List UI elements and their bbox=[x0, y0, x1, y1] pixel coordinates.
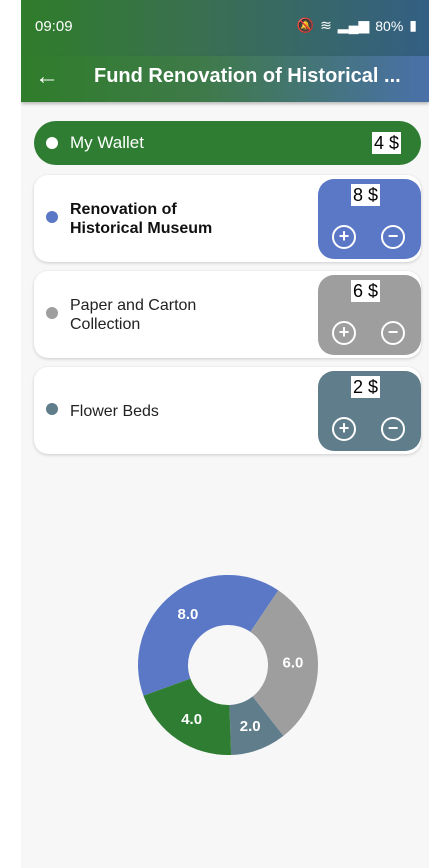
list-item: Renovation of Historical Museum 8 $ + − bbox=[34, 175, 421, 262]
mute-icon: 🔕 bbox=[296, 17, 315, 33]
item-value-panel: 8 $ + − bbox=[318, 179, 421, 259]
list-item: Paper and Carton Collection 6 $ + − bbox=[34, 271, 421, 358]
battery-icon: ▮ bbox=[409, 17, 417, 33]
item-value-panel: 6 $ + − bbox=[318, 275, 421, 355]
add-circle-icon[interactable]: + bbox=[332, 417, 356, 441]
item-value: 6 $ bbox=[351, 280, 381, 302]
item-value: 2 $ bbox=[351, 376, 381, 398]
page-title: Fund Renovation of Historical ... bbox=[94, 65, 401, 87]
item-value: 8 $ bbox=[351, 184, 381, 206]
item-label: Renovation of Historical Museum bbox=[70, 201, 213, 237]
status-icons: 🔕 ≋ ▂▄▆ 80% ▮ bbox=[297, 17, 417, 34]
battery-text: 80% bbox=[375, 17, 404, 34]
add-circle-icon[interactable]: + bbox=[332, 321, 356, 345]
remove-circle-icon[interactable]: − bbox=[381, 417, 405, 441]
item-dot-icon bbox=[46, 307, 58, 319]
remove-circle-icon[interactable]: − bbox=[381, 225, 405, 249]
phone-screen: 09:09 🔕 ≋ ▂▄▆ 80% ▮ ← Fund Renovation of… bbox=[21, 0, 429, 868]
status-time: 09:09 bbox=[35, 18, 73, 35]
slice-label: 4.0 bbox=[181, 711, 202, 728]
item-label: Flower Beds bbox=[70, 403, 159, 420]
item-dot-icon bbox=[46, 211, 58, 223]
status-bar: 09:09 🔕 ≋ ▂▄▆ 80% ▮ bbox=[21, 0, 429, 56]
signal-icon: ▂▄▆ bbox=[337, 17, 370, 33]
item-value-panel: 2 $ + − bbox=[318, 371, 421, 451]
wallet-label: My Wallet bbox=[70, 133, 144, 152]
app-bar: ← Fund Renovation of Historical ... bbox=[21, 56, 429, 102]
item-dot-icon bbox=[46, 403, 58, 415]
wifi-icon: ≋ bbox=[320, 17, 332, 33]
wallet-value: 4 $ bbox=[372, 132, 402, 154]
add-circle-icon[interactable]: + bbox=[332, 225, 356, 249]
donut-chart: 8.0 6.0 2.0 4.0 bbox=[138, 575, 318, 755]
wallet-row: My Wallet 4 $ bbox=[34, 121, 421, 165]
remove-circle-icon[interactable]: − bbox=[381, 321, 405, 345]
wallet-dot-icon bbox=[46, 137, 58, 149]
slice-label: 6.0 bbox=[283, 655, 304, 672]
slice-label: 2.0 bbox=[240, 718, 261, 735]
list-item: Flower Beds 2 $ + − bbox=[34, 367, 421, 454]
back-arrow-icon[interactable]: ← bbox=[33, 63, 61, 91]
slice-label: 8.0 bbox=[178, 606, 199, 623]
item-label: Paper and Carton Collection bbox=[70, 297, 197, 333]
